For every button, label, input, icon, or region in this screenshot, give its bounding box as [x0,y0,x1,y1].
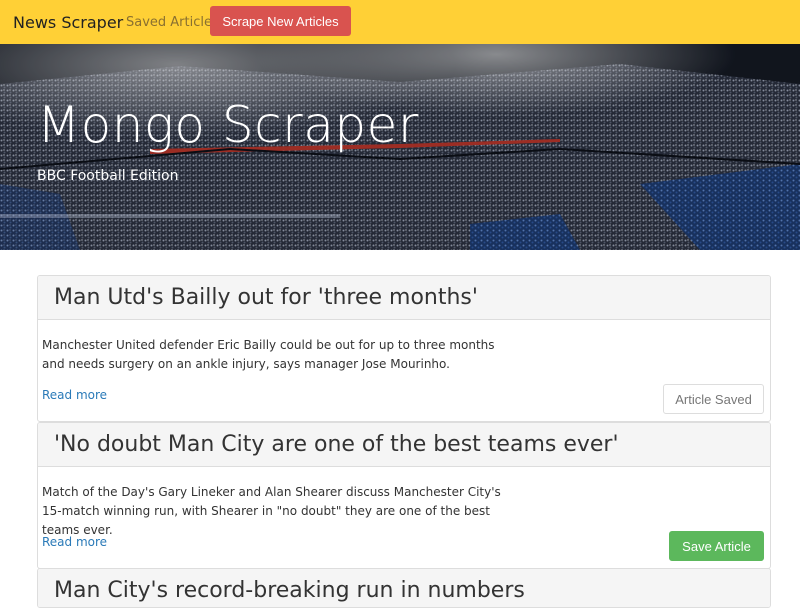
article-card: 'No doubt Man City are one of the best t… [37,422,771,569]
save-article-button[interactable]: Save Article [669,531,764,561]
article-title: 'No doubt Man City are one of the best t… [54,432,619,457]
article-title: Man City's record-breaking run in number… [54,578,525,603]
hero-subtitle: BBC Football Edition [37,168,179,184]
article-card: Man Utd's Bailly out for 'three months' … [37,275,771,422]
article-saved-button[interactable]: Article Saved [663,384,764,414]
scrape-new-articles-button[interactable]: Scrape New Articles [210,6,351,36]
article-card-header: 'No doubt Man City are one of the best t… [38,423,770,467]
saved-articles-link[interactable]: Saved Articles [126,15,219,30]
hero-banner: Mongo Scraper BBC Football Edition [0,44,800,250]
article-title: Man Utd's Bailly out for 'three months' [54,285,478,310]
read-more-link[interactable]: Read more [42,388,107,402]
article-summary: Manchester United defender Eric Bailly c… [42,338,495,371]
top-navbar: News Scraper Saved Articles Scrape New A… [0,0,800,44]
brand-link[interactable]: News Scraper [13,13,123,32]
article-card-header: Man Utd's Bailly out for 'three months' [38,276,770,320]
article-card-body: Manchester United defender Eric Bailly c… [38,320,770,421]
article-card-body: Match of the Day's Gary Lineker and Alan… [38,467,770,568]
article-card-header: Man City's record-breaking run in number… [38,569,770,607]
article-summary: Match of the Day's Gary Lineker and Alan… [42,485,501,537]
article-card: Man City's record-breaking run in number… [37,568,771,608]
read-more-link[interactable]: Read more [42,535,107,549]
hero-title: Mongo Scraper [37,96,419,154]
